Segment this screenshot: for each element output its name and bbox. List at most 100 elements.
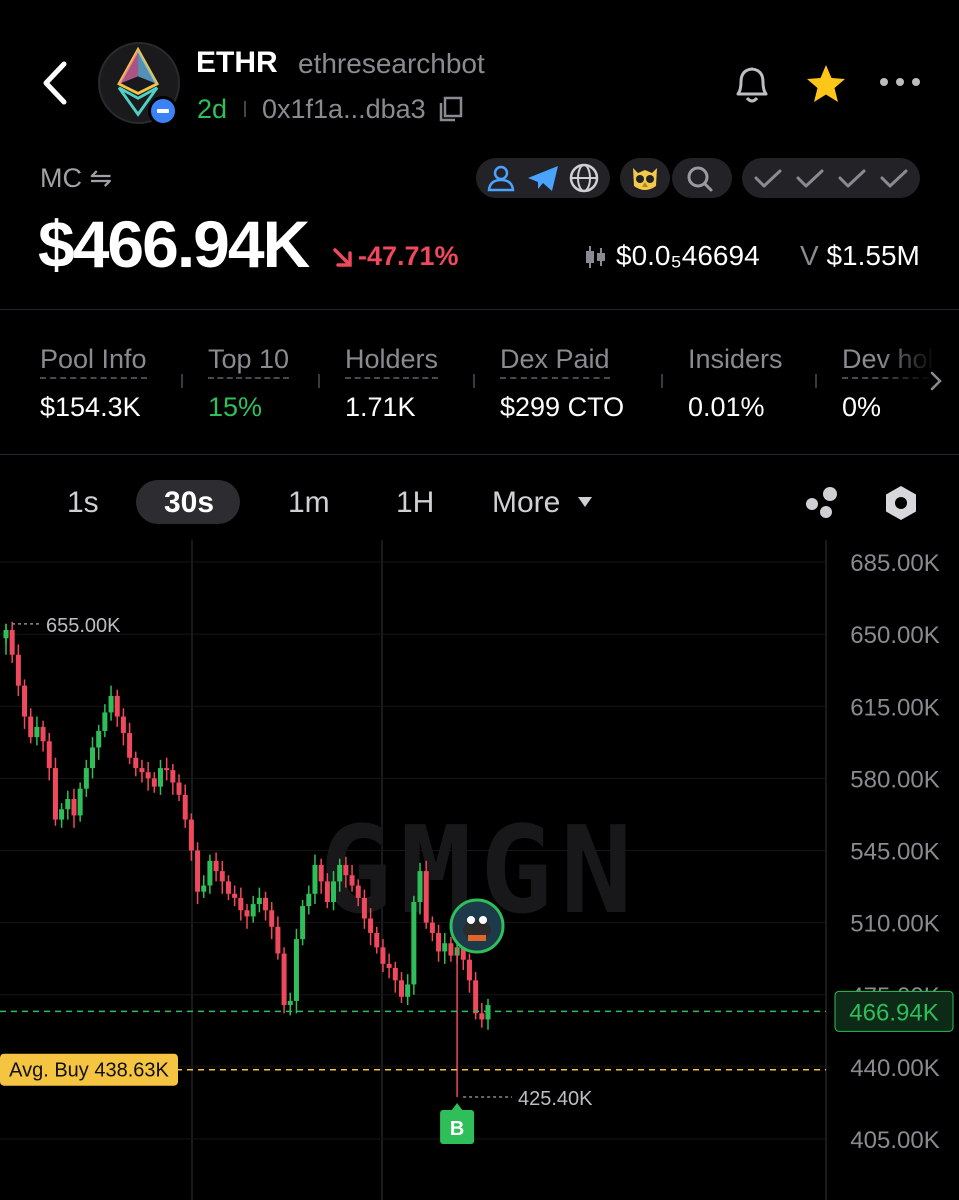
back-arrow-icon[interactable] xyxy=(36,58,76,108)
stat-label-holders[interactable]: Holders xyxy=(345,344,439,379)
user-icon[interactable] xyxy=(476,158,610,198)
stat-label-dex-paid[interactable]: Dex Paid xyxy=(500,344,610,379)
candle xyxy=(120,716,126,734)
candle xyxy=(355,885,361,898)
candle xyxy=(46,741,52,769)
copy-icon[interactable] xyxy=(438,96,464,122)
chevron-right-icon[interactable] xyxy=(926,368,946,394)
price-change: -47.71% xyxy=(358,241,459,271)
star-icon[interactable] xyxy=(804,62,848,106)
owl-icon xyxy=(633,168,657,190)
candle xyxy=(337,864,343,882)
candle xyxy=(77,788,83,816)
divider xyxy=(318,374,320,388)
candle xyxy=(293,939,299,1001)
buy-marker-pointer xyxy=(451,1102,464,1111)
candle xyxy=(9,630,15,655)
buy-marker-label: B xyxy=(450,1118,464,1140)
candle xyxy=(479,1013,485,1020)
candle xyxy=(374,932,380,948)
candle xyxy=(59,809,65,820)
candle xyxy=(83,768,89,789)
timeframe-1s[interactable]: 1s xyxy=(67,486,99,520)
candle xyxy=(349,875,355,886)
candle xyxy=(213,860,219,872)
candle xyxy=(28,716,34,738)
candle xyxy=(151,778,157,787)
trader-avatar-detail xyxy=(468,935,486,941)
audit-owl[interactable] xyxy=(620,158,670,198)
candle xyxy=(256,897,262,905)
candle xyxy=(448,943,454,956)
candle xyxy=(405,984,411,997)
candle xyxy=(244,910,250,917)
volume-prefix: V xyxy=(800,240,819,271)
divider xyxy=(0,309,959,310)
bell-icon[interactable] xyxy=(728,60,776,108)
trader-avatar-eye xyxy=(479,916,487,924)
candle xyxy=(429,922,435,933)
stat-label-pool-info[interactable]: Pool Info xyxy=(40,344,147,379)
candle xyxy=(380,947,386,964)
search-button[interactable] xyxy=(672,158,732,198)
candle xyxy=(182,794,188,820)
candle xyxy=(331,881,337,903)
volume-value: $1.55M xyxy=(826,240,920,271)
candle xyxy=(324,881,330,903)
candle xyxy=(127,733,133,758)
divider xyxy=(0,454,959,455)
candle xyxy=(133,757,139,769)
candle xyxy=(195,850,201,892)
price-chart[interactable]: 685.00K 650.00K 615.00K 580.00K 545.00K 510.0… xyxy=(0,540,959,1200)
timeframe-1h[interactable]: 1H xyxy=(396,486,434,520)
trader-avatar-eye xyxy=(467,916,475,924)
security-checks[interactable] xyxy=(742,158,920,198)
candle xyxy=(263,897,269,911)
candle xyxy=(201,885,207,892)
candle xyxy=(392,967,398,981)
indicators-icon[interactable] xyxy=(802,484,842,520)
stat-value-holders: 1.71K xyxy=(345,392,416,422)
stat-label-top-10[interactable]: Top 10 xyxy=(208,344,290,379)
y-axis-tick-label: 650.00K xyxy=(850,622,939,649)
more-options-icon[interactable] xyxy=(878,72,922,92)
candle xyxy=(398,980,404,997)
stat-value-dev-hold: 0% xyxy=(842,392,882,422)
candle xyxy=(312,864,318,894)
status-badge xyxy=(148,96,178,126)
settings-hex-icon[interactable] xyxy=(882,484,920,522)
candle xyxy=(108,695,114,713)
candle xyxy=(90,747,96,769)
current-price-label: 466.94K xyxy=(849,999,938,1026)
candle xyxy=(436,932,442,952)
market-cap-label[interactable]: MC ⇋ xyxy=(40,163,112,194)
arrow-down-right-icon xyxy=(333,248,352,267)
candle xyxy=(306,893,312,907)
candle xyxy=(300,906,306,940)
candle xyxy=(238,897,244,911)
y-axis-tick-label: 685.00K xyxy=(850,550,939,577)
candle xyxy=(176,782,182,795)
candle xyxy=(145,772,151,779)
candle xyxy=(417,871,423,903)
market-cap-value: $466.94K xyxy=(38,207,310,281)
y-axis-tick-label: 440.00K xyxy=(850,1055,939,1082)
timeframe-30s[interactable]: 30s xyxy=(164,486,214,520)
stat-label-insiders[interactable]: Insiders xyxy=(688,344,783,377)
divider xyxy=(473,374,475,388)
candle xyxy=(102,712,108,731)
candle xyxy=(207,860,213,886)
stat-value-pool-info: $154.3K xyxy=(40,392,141,422)
candle xyxy=(442,943,448,952)
token-name: ETHR xyxy=(196,46,278,79)
timeframe-more[interactable]: More xyxy=(492,486,560,520)
candle xyxy=(275,926,281,954)
low-label: 425.40K xyxy=(518,1088,593,1110)
timeframe-1m[interactable]: 1m xyxy=(288,486,330,520)
contract-address[interactable]: 0x1f1a...dba3 xyxy=(262,94,426,125)
y-axis-tick-label: 510.00K xyxy=(850,911,939,938)
candle xyxy=(71,798,77,816)
scroll-fade xyxy=(880,330,959,440)
token-price: $0.0₅46694 xyxy=(616,240,760,271)
y-axis-tick-label: 545.00K xyxy=(850,839,939,866)
